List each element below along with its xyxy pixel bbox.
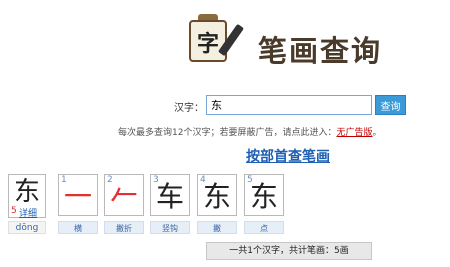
stroke-glyph: 东 — [202, 180, 231, 213]
stroke-name: 横 — [58, 221, 98, 234]
no-ads-link[interactable]: 无广告版 — [336, 128, 372, 138]
stroke-card: 3 车 — [150, 174, 190, 216]
stroke-glyph: 东 — [249, 180, 278, 213]
notice-body: 每次最多查询12个汉字；若要屏蔽广告，请点此进入： — [118, 128, 337, 138]
stroke-card: 4 东 — [197, 174, 237, 216]
character-card: 东 5 详细 — [8, 174, 46, 219]
search-label: 汉字： — [174, 103, 204, 114]
summary-bar: 一共1个汉字，共计笔画：5画 — [206, 242, 372, 260]
pinyin-label: dōng — [8, 221, 46, 234]
stroke-card: 5 东 — [244, 174, 284, 216]
notice-text: 每次最多查询12个汉字；若要屏蔽广告，请点此进入：无广告版。 — [118, 125, 382, 138]
stroke-glyph: 一 — [63, 180, 92, 213]
search-button[interactable]: 查询 — [375, 95, 406, 115]
search-input[interactable] — [206, 95, 372, 115]
stroke-glyph: 车 — [155, 180, 184, 213]
stroke-name: 撇折 — [104, 221, 144, 234]
radical-lookup-link[interactable]: 按部首查笔画 — [246, 146, 330, 166]
stroke-name: 撇 — [197, 221, 237, 234]
character-glyph: 东 — [13, 177, 40, 207]
stroke-card: 1 一 — [58, 174, 98, 216]
detail-link[interactable]: 详细 — [19, 206, 37, 219]
stroke-name: 竖钩 — [150, 221, 190, 234]
stroke-card: 2 𠂉 — [104, 174, 144, 216]
site-title: 笔画查询 — [258, 34, 383, 68]
notice-end: 。 — [372, 128, 382, 138]
stroke-glyph: 𠂉 — [109, 180, 138, 213]
stroke-count: 5 — [11, 206, 17, 216]
stroke-name: 点 — [244, 221, 284, 234]
